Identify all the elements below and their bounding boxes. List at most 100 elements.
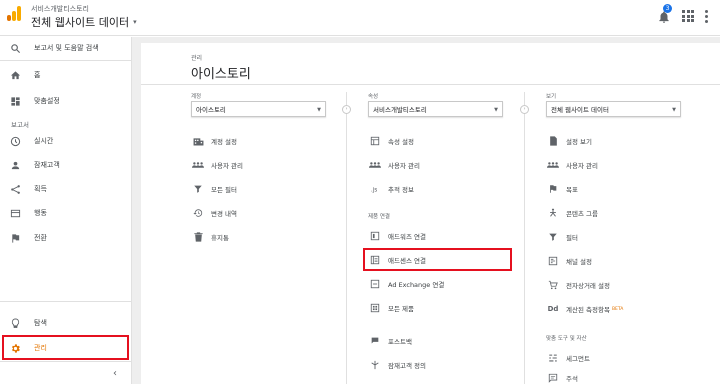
flag-icon <box>9 232 21 244</box>
annotations-link[interactable]: 주석 <box>546 371 578 384</box>
row-label: 모든 필터 <box>211 186 237 194</box>
calculated-metrics-icon: Dd <box>547 305 559 313</box>
clock-icon <box>9 135 21 147</box>
content-grouping-link[interactable]: 콘텐츠 그룹 <box>546 206 598 220</box>
sidebar-item-label: 실시간 <box>34 137 54 145</box>
row-label: 계정 설정 <box>211 138 237 146</box>
filter-icon <box>546 232 560 242</box>
row-label: 필터 <box>566 234 578 242</box>
goals-link[interactable]: 목표 <box>546 182 578 196</box>
people-icon <box>368 161 382 169</box>
account-settings-link[interactable]: 계정 설정 <box>191 134 237 148</box>
segments-link[interactable]: 세그먼트 <box>546 351 590 365</box>
apps-grid-icon[interactable] <box>682 10 694 22</box>
history-icon <box>191 208 205 218</box>
sidebar-item-label: 잠재고객 <box>34 161 60 169</box>
sidebar-item-label: 전환 <box>34 234 47 242</box>
view-select[interactable]: 전체 웹사이트 데이터 ▼ <box>546 101 681 117</box>
row-label: 사용자 관리 <box>566 162 598 170</box>
row-label: 세그먼트 <box>566 355 590 363</box>
notification-badge: 3 <box>663 4 672 13</box>
channel-settings-link[interactable]: 채널 설정 <box>546 254 592 268</box>
dropdown-arrow-icon: ▼ <box>494 107 498 113</box>
beta-badge: BETA <box>611 306 624 312</box>
dropdown-arrow-icon: ▼ <box>317 107 321 113</box>
code-js-icon: .js <box>368 184 382 194</box>
row-label: 포스트백 <box>388 338 412 346</box>
property-settings-icon <box>368 136 382 146</box>
analytics-logo-icon[interactable] <box>7 6 21 21</box>
person-icon <box>9 159 21 171</box>
calculated-metrics-link[interactable]: Dd 계산된 측정항목 BETA <box>546 302 624 316</box>
row-label: 애드워즈 연결 <box>388 233 426 241</box>
postback-icon <box>368 336 382 346</box>
row-label: 변경 내역 <box>211 210 237 218</box>
account-users-link[interactable]: 사용자 관리 <box>191 158 243 172</box>
view-users-link[interactable]: 사용자 관리 <box>546 158 598 172</box>
adexchange-linking-link[interactable]: Ad Exchange 연결 <box>368 277 444 291</box>
more-vert-icon[interactable] <box>705 9 708 23</box>
sidebar-item-discover[interactable]: 탐색 <box>0 312 131 334</box>
account-filters-link[interactable]: 모든 필터 <box>191 182 237 196</box>
sidebar-item-audience[interactable]: 잠재고객 <box>0 154 131 176</box>
sidebar-item-label: 탐색 <box>34 319 47 327</box>
sidebar-item-behavior[interactable]: 행동 <box>0 202 131 224</box>
property-select-value: 서비스개발티스토리 <box>373 106 427 114</box>
property-users-link[interactable]: 사용자 관리 <box>368 158 420 172</box>
sidebar-section-reports: 보고서 <box>11 121 29 129</box>
page-title: 아이스토리 <box>191 67 251 82</box>
row-label: 속성 설정 <box>388 138 414 146</box>
people-icon <box>546 161 560 169</box>
view-select-value: 전체 웹사이트 데이터 <box>551 106 609 114</box>
view-selector[interactable]: 전체 웹사이트 데이터 ▾ <box>31 14 137 30</box>
row-label: 채널 설정 <box>566 258 592 266</box>
sidebar-item-realtime[interactable]: 실시간 <box>0 130 131 152</box>
document-icon <box>546 136 560 146</box>
collapse-sidebar-chevron-icon[interactable]: ‹ <box>113 368 117 379</box>
notifications-bell-icon[interactable]: 3 <box>657 4 672 23</box>
account-name[interactable]: 서비스개발티스토리 <box>31 4 89 14</box>
sidebar-search[interactable]: 보고서 및 도움말 검색 <box>0 37 131 59</box>
sidebar-item-label: 맞춤설정 <box>34 97 60 105</box>
sidebar-item-home[interactable]: 홈 <box>0 64 131 86</box>
row-label: Ad Exchange 연결 <box>388 281 445 289</box>
sidebar-item-custom[interactable]: 맞춤설정 <box>0 90 131 112</box>
row-label: 추적 정보 <box>388 186 414 194</box>
flag-icon <box>546 184 560 194</box>
sidebar: 보고서 및 도움말 검색 홈 맞춤설정 보고서 실시간 잠재고객 획득 행동 전… <box>0 37 132 384</box>
account-select[interactable]: 아이스토리 ▼ <box>191 101 326 117</box>
row-label: 콘텐츠 그룹 <box>566 210 598 218</box>
account-trash-link[interactable]: 휴지통 <box>191 230 229 244</box>
property-settings-link[interactable]: 속성 설정 <box>368 134 414 148</box>
sidebar-item-acquisition[interactable]: 획득 <box>0 178 131 200</box>
home-icon <box>9 69 21 81</box>
highlight-adsense <box>363 248 512 271</box>
connector-arrow-icon: › <box>520 105 529 114</box>
tracking-info-link[interactable]: .js 추적 정보 <box>368 182 414 196</box>
segments-icon <box>546 353 560 363</box>
products-icon <box>368 303 382 313</box>
sidebar-search-label: 보고서 및 도움말 검색 <box>34 44 99 52</box>
view-settings-link[interactable]: 설정 보기 <box>546 134 592 148</box>
audience-definitions-link[interactable]: 잠재고객 정의 <box>368 358 426 372</box>
postbacks-link[interactable]: 포스트백 <box>368 334 412 348</box>
all-products-link[interactable]: 모든 제품 <box>368 301 414 315</box>
account-history-link[interactable]: 변경 내역 <box>191 206 237 220</box>
row-label: 설정 보기 <box>566 138 592 146</box>
row-label: 모든 제품 <box>388 305 414 313</box>
adwords-linking-link[interactable]: 애드워즈 연결 <box>368 229 426 243</box>
row-label: 사용자 관리 <box>388 162 420 170</box>
sidebar-item-conversion[interactable]: 전환 <box>0 227 131 249</box>
adexchange-icon <box>368 279 382 289</box>
lightbulb-icon <box>9 317 21 329</box>
sidebar-item-label: 획득 <box>34 185 47 193</box>
search-icon <box>9 42 21 54</box>
property-select[interactable]: 서비스개발티스토리 ▼ <box>368 101 503 117</box>
ecommerce-settings-link[interactable]: 전자상거래 설정 <box>546 278 610 292</box>
annotation-icon <box>546 373 560 383</box>
channel-settings-icon <box>546 256 560 266</box>
view-filters-link[interactable]: 필터 <box>546 230 578 244</box>
adwords-icon <box>368 231 382 241</box>
main-area: 관리 아이스토리 계정 아이스토리 ▼ 계정 설정 사용자 관리 모든 필터 변… <box>132 37 720 384</box>
sidebar-item-label: 홈 <box>34 71 41 79</box>
